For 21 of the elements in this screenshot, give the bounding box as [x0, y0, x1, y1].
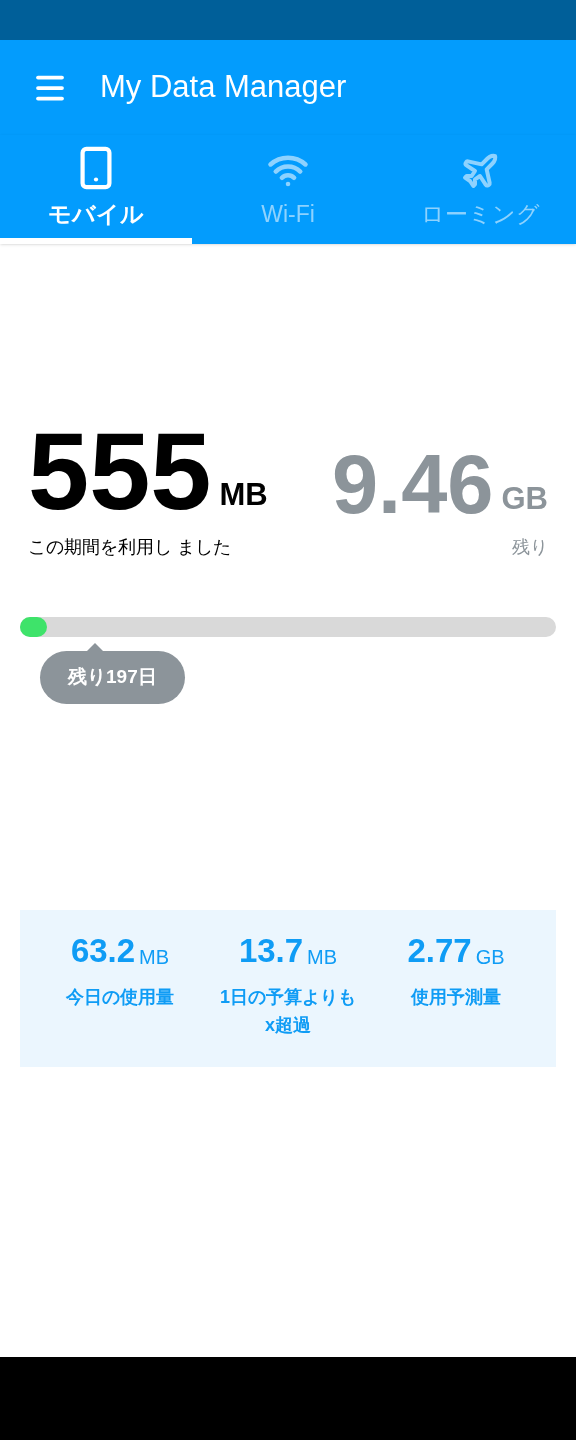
used-caption: この期間を利用し ました [28, 536, 232, 559]
stat-value: 2.77 [407, 933, 472, 967]
stat-unit: GB [475, 946, 505, 967]
app-title: My Data Manager [100, 68, 347, 107]
used-unit: MB [219, 475, 268, 514]
stat-label: 1日の予算よりもx超過 [219, 985, 357, 1037]
tab[interactable]: モバイル [0, 135, 192, 244]
stat-value: 63.2 [70, 933, 136, 967]
stat-value: 13.7 [238, 933, 304, 967]
stat-label: 使用予測量 [409, 985, 502, 1009]
airplane-icon [460, 151, 500, 191]
stat-label: 今日の使用量 [65, 985, 175, 1009]
remaining-caption: 残り [512, 536, 548, 559]
stat-unit: MB [139, 946, 170, 967]
used-amount: 555 [28, 416, 212, 526]
remaining-unit: GB [501, 479, 548, 518]
stat-unit: MB [307, 946, 338, 967]
tab[interactable]: ローミング [384, 135, 576, 244]
tooltip-pointer [86, 643, 104, 652]
tab[interactable]: Wi-Fi [192, 135, 384, 244]
remaining-amount: 9.46 [331, 443, 494, 526]
